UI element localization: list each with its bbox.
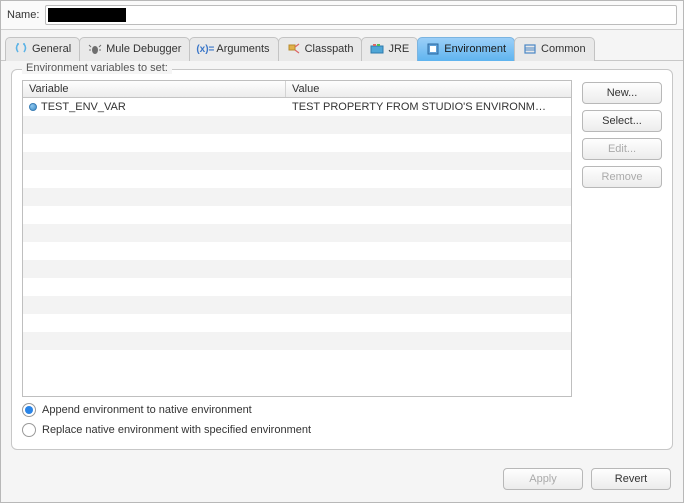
radio-replace-control[interactable] (22, 423, 36, 437)
table-row[interactable] (23, 242, 571, 260)
name-row: Name: (1, 1, 683, 30)
col-value[interactable]: Value (286, 81, 571, 97)
table-row[interactable] (23, 134, 571, 152)
new-button[interactable]: New... (582, 82, 662, 104)
radio-append[interactable]: Append environment to native environment (22, 403, 662, 417)
launch-config-window: Name: General Mule Debugger (x)= Argumen… (0, 0, 684, 503)
table-row[interactable]: TEST_ENV_VAR TEST PROPERTY FROM STUDIO'S … (23, 98, 571, 116)
tab-bar: General Mule Debugger (x)= Arguments Cla… (1, 30, 683, 61)
name-input-wrap (45, 5, 677, 25)
col-variable[interactable]: Variable (23, 81, 286, 97)
table-row[interactable] (23, 116, 571, 134)
tab-arguments-label: Arguments (216, 43, 269, 55)
bug-icon (88, 42, 102, 56)
general-icon (14, 42, 28, 56)
revert-button[interactable]: Revert (591, 468, 671, 490)
content-area: Environment variables to set: Variable V… (1, 61, 683, 458)
table-row[interactable] (23, 332, 571, 350)
table-row[interactable] (23, 260, 571, 278)
group-title: Environment variables to set: (22, 62, 172, 74)
group-body: Variable Value TEST_ENV_VAR TEST PROPERTY… (22, 80, 662, 397)
table-header: Variable Value (23, 81, 571, 98)
radio-replace-label: Replace native environment with specifie… (42, 424, 311, 436)
tab-general[interactable]: General (5, 37, 80, 61)
name-input[interactable] (45, 5, 677, 25)
cell-value: TEST PROPERTY FROM STUDIO'S ENVIRONM… (286, 100, 571, 114)
tab-mule-label: Mule Debugger (106, 43, 181, 55)
select-button[interactable]: Select... (582, 110, 662, 132)
cell-variable-text: TEST_ENV_VAR (41, 101, 126, 113)
table-row[interactable] (23, 224, 571, 242)
tab-environment-label: Environment (444, 43, 506, 55)
table-body: TEST_ENV_VAR TEST PROPERTY FROM STUDIO'S … (23, 98, 571, 396)
table-row[interactable] (23, 296, 571, 314)
jre-icon (370, 42, 384, 56)
tab-common[interactable]: Common (514, 37, 595, 61)
arguments-icon: (x)= (198, 42, 212, 56)
tab-classpath[interactable]: Classpath (278, 37, 363, 61)
env-var-icon (29, 103, 37, 111)
remove-button[interactable]: Remove (582, 166, 662, 188)
tab-general-label: General (32, 43, 71, 55)
radio-append-control[interactable] (22, 403, 36, 417)
table-row[interactable] (23, 170, 571, 188)
radio-replace[interactable]: Replace native environment with specifie… (22, 423, 662, 437)
table-row[interactable] (23, 278, 571, 296)
environment-icon (426, 42, 440, 56)
radio-append-label: Append environment to native environment (42, 404, 252, 416)
cell-variable: TEST_ENV_VAR (23, 100, 286, 114)
apply-button[interactable]: Apply (503, 468, 583, 490)
classpath-icon (287, 42, 301, 56)
common-icon (523, 42, 537, 56)
edit-button[interactable]: Edit... (582, 138, 662, 160)
env-vars-table[interactable]: Variable Value TEST_ENV_VAR TEST PROPERTY… (22, 80, 572, 397)
footer-buttons: Apply Revert (1, 458, 683, 502)
name-label: Name: (7, 9, 39, 21)
table-row[interactable] (23, 188, 571, 206)
table-row[interactable] (23, 152, 571, 170)
tab-environment[interactable]: Environment (417, 37, 515, 61)
table-row[interactable] (23, 350, 571, 368)
tab-common-label: Common (541, 43, 586, 55)
radio-group: Append environment to native environment… (22, 397, 662, 437)
env-vars-group: Environment variables to set: Variable V… (11, 69, 673, 450)
tab-mule-debugger[interactable]: Mule Debugger (79, 37, 190, 61)
table-row[interactable] (23, 314, 571, 332)
tab-jre[interactable]: JRE (361, 37, 418, 61)
table-row[interactable] (23, 206, 571, 224)
tab-jre-label: JRE (388, 43, 409, 55)
tab-arguments[interactable]: (x)= Arguments (189, 37, 278, 61)
tab-classpath-label: Classpath (305, 43, 354, 55)
side-buttons: New... Select... Edit... Remove (582, 80, 662, 397)
